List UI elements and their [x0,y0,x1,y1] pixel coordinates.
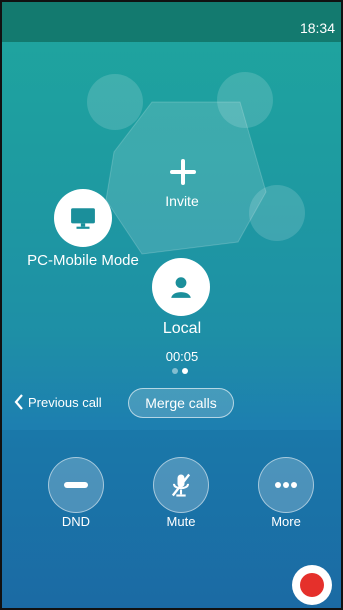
more-icon [275,482,297,488]
page-dot-active [182,368,188,374]
invite-label[interactable]: Invite [142,193,222,209]
merge-calls-button[interactable]: Merge calls [128,388,234,418]
monitor-icon [71,208,95,229]
record-icon [300,573,324,597]
participant-name: Local [162,320,202,337]
participant-avatar-pc[interactable] [54,189,112,247]
participant-avatar-local[interactable] [152,258,210,316]
plus-icon[interactable] [170,159,196,185]
person-icon [171,277,191,298]
mute-label: Mute [166,514,196,529]
dnd-button[interactable] [48,457,104,513]
previous-call-button[interactable]: Previous call [14,394,102,410]
mute-button[interactable] [153,457,209,513]
page-dot [172,368,178,374]
empty-slot[interactable] [87,74,143,130]
more-button[interactable] [258,457,314,513]
empty-slot[interactable] [217,72,273,128]
previous-call-label: Previous call [28,394,102,410]
record-button[interactable] [292,565,332,605]
page-indicator [170,368,190,376]
dnd-label: DND [61,514,91,529]
call-duration: 00:05 [165,349,199,364]
empty-slot[interactable] [249,185,305,241]
chevron-left-icon [14,394,23,410]
mic-off-icon [171,473,191,497]
more-label: More [271,514,301,529]
minus-icon [64,482,88,488]
call-screen: 18:34 Invite PC-Mobile Mode Local 00:05 [0,0,343,610]
participant-name: PC-Mobile Mode [27,252,139,269]
